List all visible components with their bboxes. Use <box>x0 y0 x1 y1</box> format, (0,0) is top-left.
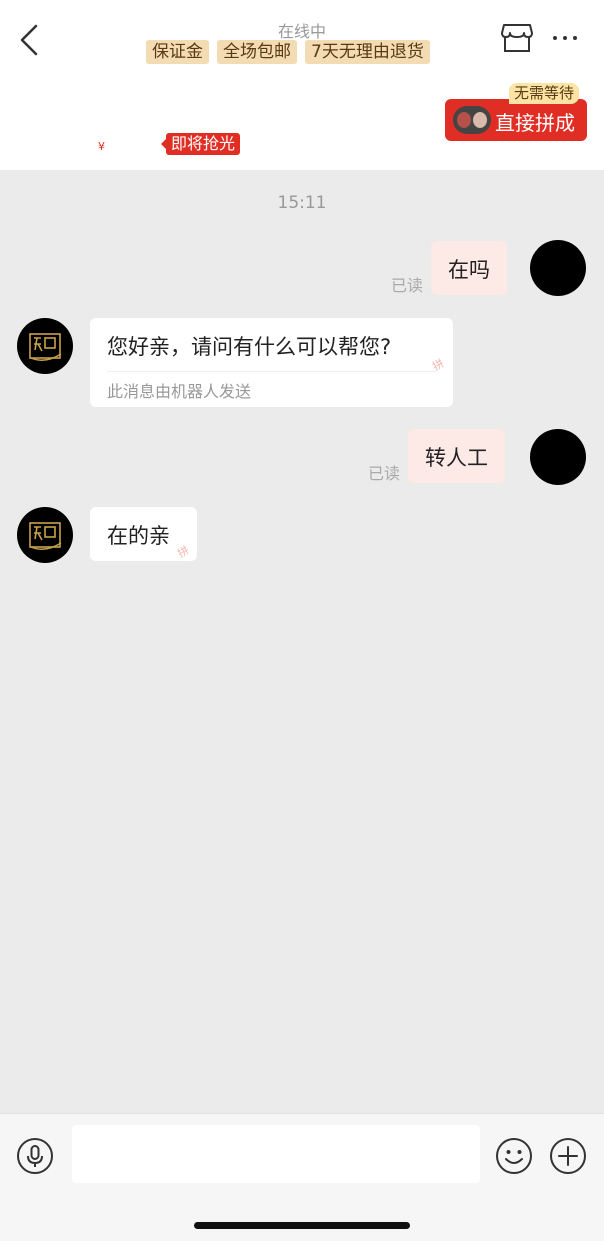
home-indicator <box>194 1222 410 1229</box>
shop-avatar[interactable] <box>17 507 73 563</box>
read-receipt: 已读 <box>368 464 401 483</box>
shop-avatar[interactable] <box>17 318 73 374</box>
emoji-icon[interactable] <box>495 1137 533 1175</box>
microphone-icon[interactable] <box>16 1137 54 1175</box>
message-text: 在的亲 <box>107 524 170 548</box>
plus-icon[interactable] <box>549 1137 587 1175</box>
shop-tags: 保证金 全场包邮 7天无理由退货 <box>146 40 430 64</box>
direct-group-buy-button[interactable]: 直接拼成 <box>445 99 587 141</box>
no-wait-badge: 无需等待 <box>509 83 580 104</box>
sold-out-soon-tag: 即将抢光 <box>160 133 241 155</box>
user-avatar[interactable] <box>530 429 586 485</box>
store-icon[interactable] <box>500 22 534 54</box>
message-input[interactable] <box>72 1125 480 1183</box>
read-receipt: 已读 <box>391 276 424 295</box>
message-bubble-incoming[interactable]: 在的亲 拼 <box>90 507 197 561</box>
price-symbol: ¥ <box>98 140 105 153</box>
message-bubble-incoming[interactable]: 您好亲，请问有什么可以帮您? 此消息由机器人发送 拼 <box>90 318 453 407</box>
more-options-icon[interactable] <box>550 28 580 48</box>
shop-logo-icon <box>29 522 62 550</box>
shop-logo-icon <box>29 333 62 361</box>
tag-7day-return: 7天无理由退货 <box>305 40 430 64</box>
robot-sent-note: 此消息由机器人发送 <box>107 382 252 401</box>
message-timestamp: 15:11 <box>277 193 327 213</box>
group-buy-label: 直接拼成 <box>495 111 575 135</box>
message-bubble-outgoing[interactable]: 在吗 <box>431 241 507 295</box>
message-text: 您好亲，请问有什么可以帮您? <box>107 335 392 359</box>
user-avatar[interactable] <box>530 240 586 296</box>
message-bubble-outgoing[interactable]: 转人工 <box>408 429 505 483</box>
tag-deposit: 保证金 <box>146 40 209 64</box>
group-avatars <box>453 106 491 134</box>
pin-watermark-icon: 拼 <box>175 543 192 561</box>
chat-header: 在线中 保证金 全场包邮 7天无理由退货 直接拼成 无需等待 ¥ 即将抢光 <box>0 0 604 170</box>
input-bar <box>0 1113 604 1241</box>
tag-free-shipping: 全场包邮 <box>217 40 297 64</box>
